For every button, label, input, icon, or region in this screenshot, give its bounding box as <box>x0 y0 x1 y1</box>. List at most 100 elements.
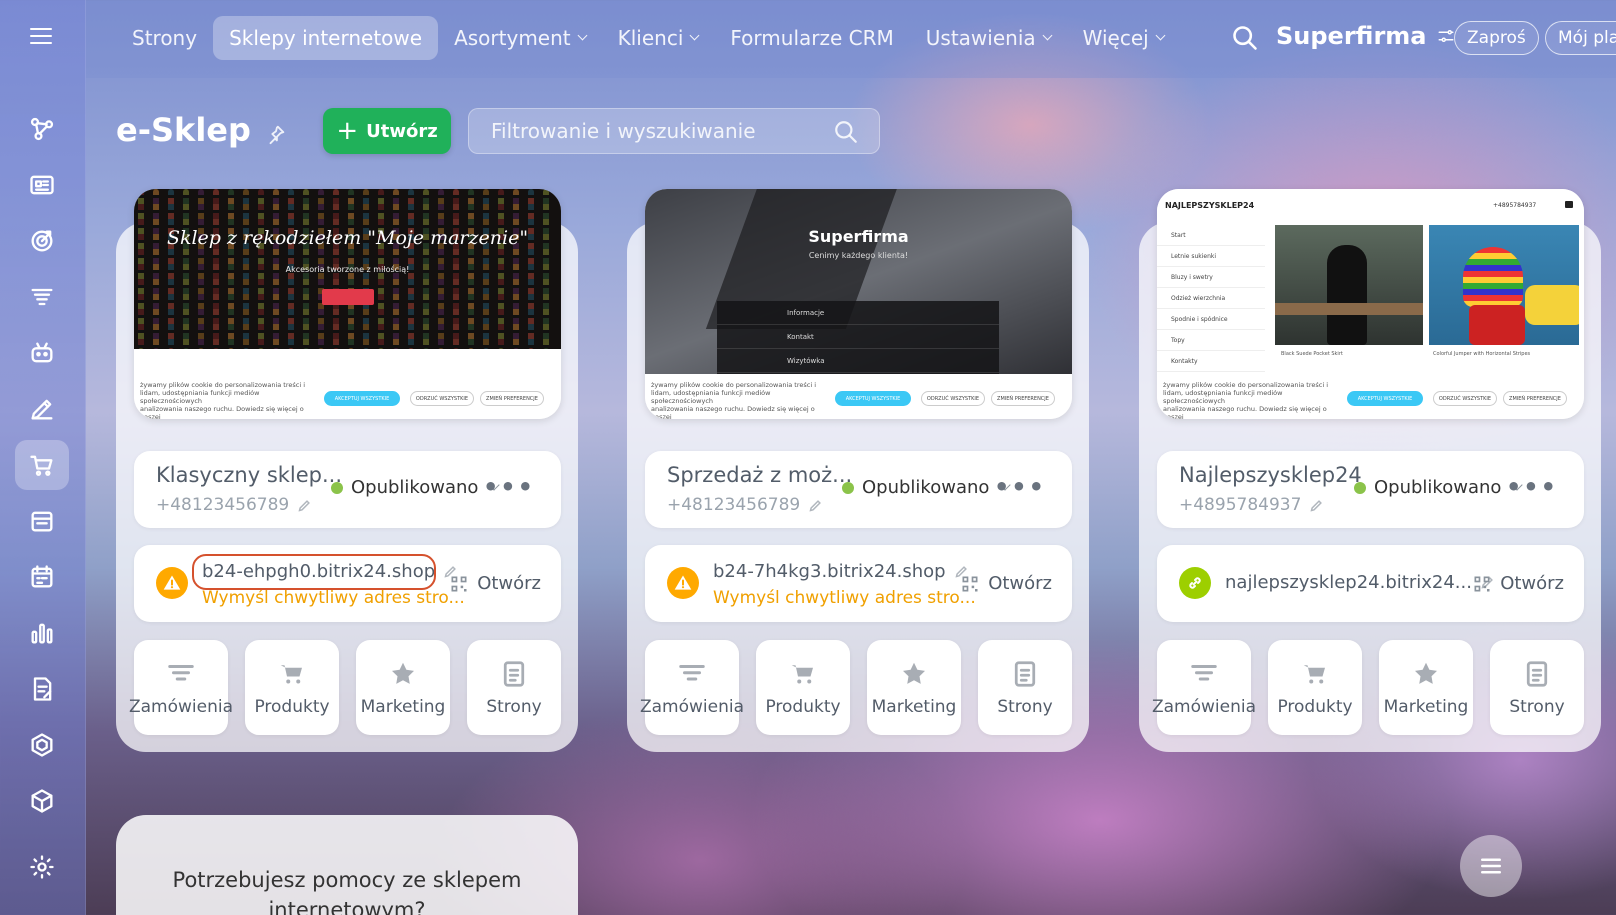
tile-marketing[interactable]: Marketing <box>1379 640 1473 735</box>
preview-menu-item: Letnie sukienki <box>1157 246 1265 267</box>
filter-search-input[interactable]: Filtrowanie i wyszukiwanie <box>468 108 880 154</box>
shop-phone-number: +48123456789 <box>156 495 290 515</box>
shop-preview-thumbnail[interactable]: Superfirma Cenimy każdego klienta! Infor… <box>645 189 1072 419</box>
nav-item-3[interactable]: Klienci <box>602 16 715 60</box>
sidebar-analytics-icon[interactable] <box>15 608 69 658</box>
preview-cookie-banner: żywamy plików cookie do personalizowania… <box>645 377 1072 419</box>
preview-hero: Superfirma Cenimy każdego klienta! Infor… <box>645 189 1072 374</box>
tile-pages[interactable]: Strony <box>467 640 561 735</box>
preview-cart-icon <box>1565 201 1573 208</box>
sidebar-cube-icon[interactable] <box>15 776 69 826</box>
more-options-icon[interactable]: ••• <box>994 473 1046 501</box>
sidebar-calendar-icon[interactable] <box>15 552 69 602</box>
shop-url[interactable]: najlepszysklep24.bitrix24... <box>1225 572 1495 593</box>
preview-menu-item: Topy <box>1157 330 1265 351</box>
sidebar-pen-icon[interactable] <box>15 384 69 434</box>
url-hint-link[interactable]: Wymyśl chwytliwy adres stro... <box>202 588 465 608</box>
edit-pencil-icon[interactable] <box>297 498 312 513</box>
sidebar-cart-icon[interactable] <box>15 440 69 490</box>
nav-item-6[interactable]: Więcej <box>1067 16 1180 60</box>
filter-search-icon[interactable] <box>833 119 859 145</box>
sidebar-crm-icon[interactable] <box>15 104 69 154</box>
preview-menu-item: Bluzy i swetry <box>1157 267 1265 288</box>
preview-menu-item: Kontakt <box>717 325 999 349</box>
preview-cookie-text: żywamy plików cookie do personalizowania… <box>651 381 817 419</box>
tile-orders[interactable]: Zamówienia <box>1152 640 1256 735</box>
chevron-down-icon <box>1042 30 1053 41</box>
url-hint-link[interactable]: Wymyśl chwytliwy adres stro... <box>713 588 976 608</box>
preview-product-image-2 <box>1429 225 1579 345</box>
list-fab-button[interactable] <box>1460 835 1522 897</box>
more-options-icon[interactable]: ••• <box>483 473 535 501</box>
create-button[interactable]: + Utwórz <box>323 108 451 154</box>
shop-preview-thumbnail[interactable]: NAJLEPSZYSKLEP24 +4895784937 Start Letnie… <box>1157 189 1584 419</box>
tile-label: Strony <box>486 696 542 717</box>
chevron-down-icon <box>1155 30 1166 41</box>
tile-marketing[interactable]: Marketing <box>356 640 450 735</box>
qr-code-icon <box>451 576 467 591</box>
sidebar-funnel-icon[interactable] <box>15 272 69 322</box>
shop-name[interactable]: Sprzedaż z moż... <box>667 463 852 487</box>
open-shop-button[interactable]: Otwórz <box>1472 573 1564 594</box>
shop-name[interactable]: Najlepszysklep24 <box>1179 463 1362 487</box>
nav-item-4[interactable]: Formularze CRM <box>714 16 909 60</box>
preview-subline: Cenimy każdego klienta! <box>808 251 909 260</box>
shop-url-text: b24-7h4kg3.bitrix24.shop <box>713 561 946 582</box>
shop-url[interactable]: b24-7h4kg3.bitrix24.shop <box>713 561 969 582</box>
sidebar-robot-icon[interactable] <box>15 328 69 378</box>
shop-action-tiles: Zamówienia Produkty Marketing Strony <box>129 640 561 735</box>
publish-status-dropdown[interactable]: Opublikowano <box>842 477 1012 498</box>
publish-status-dropdown[interactable]: Opublikowano <box>1354 477 1524 498</box>
invite-button[interactable]: Zaproś <box>1454 21 1539 55</box>
nav-item-5[interactable]: Ustawienia <box>910 16 1067 60</box>
tile-pages[interactable]: Strony <box>1490 640 1584 735</box>
nav-item-label: Ustawienia <box>925 26 1036 50</box>
sidebar-hexagon-icon[interactable] <box>15 720 69 770</box>
preview-product-image-1 <box>1275 225 1423 345</box>
page-title: e-Sklep <box>116 111 287 149</box>
shop-info-box: Klasyczny sklep... +48123456789 Opubliko… <box>134 451 561 528</box>
more-options-icon[interactable]: ••• <box>1506 473 1558 501</box>
list-icon <box>1481 858 1501 874</box>
warning-icon <box>667 567 699 599</box>
sidebar-news-icon[interactable] <box>15 160 69 210</box>
url-highlight-annotation <box>192 554 436 590</box>
my-plan-button[interactable]: Mój pla <box>1545 21 1616 55</box>
nav-item-1[interactable]: Sklepy internetowe <box>213 16 439 60</box>
shop-name[interactable]: Klasyczny sklep... <box>156 463 342 487</box>
tile-products[interactable]: Produkty <box>245 640 339 735</box>
open-shop-button[interactable]: Otwórz <box>960 573 1052 594</box>
menu-burger-icon[interactable] <box>30 28 54 46</box>
tile-orders[interactable]: Zamówienia <box>129 640 233 735</box>
nav-item-2[interactable]: Asortyment <box>438 16 602 60</box>
search-icon[interactable] <box>1231 24 1259 52</box>
publish-status-dropdown[interactable]: Opublikowano <box>331 477 501 498</box>
tile-pages[interactable]: Strony <box>978 640 1072 735</box>
tile-orders[interactable]: Zamówienia <box>640 640 744 735</box>
main-nav: Strony Sklepy internetowe Asortyment Klienc… <box>116 16 1180 60</box>
open-shop-button[interactable]: Otwórz <box>449 573 541 594</box>
sidebar-settings-icon[interactable] <box>15 842 69 892</box>
sidebar-document-icon[interactable] <box>15 664 69 714</box>
nav-item-0[interactable]: Strony <box>116 16 213 60</box>
tile-label: Marketing <box>1383 696 1469 717</box>
tile-products[interactable]: Produkty <box>1268 640 1362 735</box>
brand-settings-icon <box>1438 30 1453 42</box>
preview-accept-button: AKCEPTUJ WSZYSTKIE <box>835 391 911 406</box>
tile-products[interactable]: Produkty <box>756 640 850 735</box>
preview-accept-button: AKCEPTUJ WSZYSTKIE <box>324 391 400 406</box>
sidebar-target-icon[interactable] <box>15 216 69 266</box>
tile-marketing[interactable]: Marketing <box>867 640 961 735</box>
sidebar-store-icon[interactable] <box>15 496 69 546</box>
preview-subline: Akcesoria tworzone z miłością! <box>285 265 410 274</box>
shop-info-box: Sprzedaż z moż... +48123456789 Opublikow… <box>645 451 1072 528</box>
edit-pencil-icon[interactable] <box>808 498 823 513</box>
publish-status-label: Opublikowano <box>862 477 990 498</box>
company-brand[interactable]: Superfirma <box>1276 22 1455 50</box>
pin-icon[interactable] <box>265 123 287 145</box>
pages-document-icon <box>1526 660 1548 687</box>
help-card: Potrzebujesz pomocy ze sklepem interneto… <box>116 815 578 915</box>
edit-pencil-icon[interactable] <box>1309 498 1324 513</box>
shop-preview-thumbnail[interactable]: Sklep z rękodziełem "Moje marzenie" Akce… <box>134 189 561 419</box>
left-sidebar <box>0 0 86 915</box>
